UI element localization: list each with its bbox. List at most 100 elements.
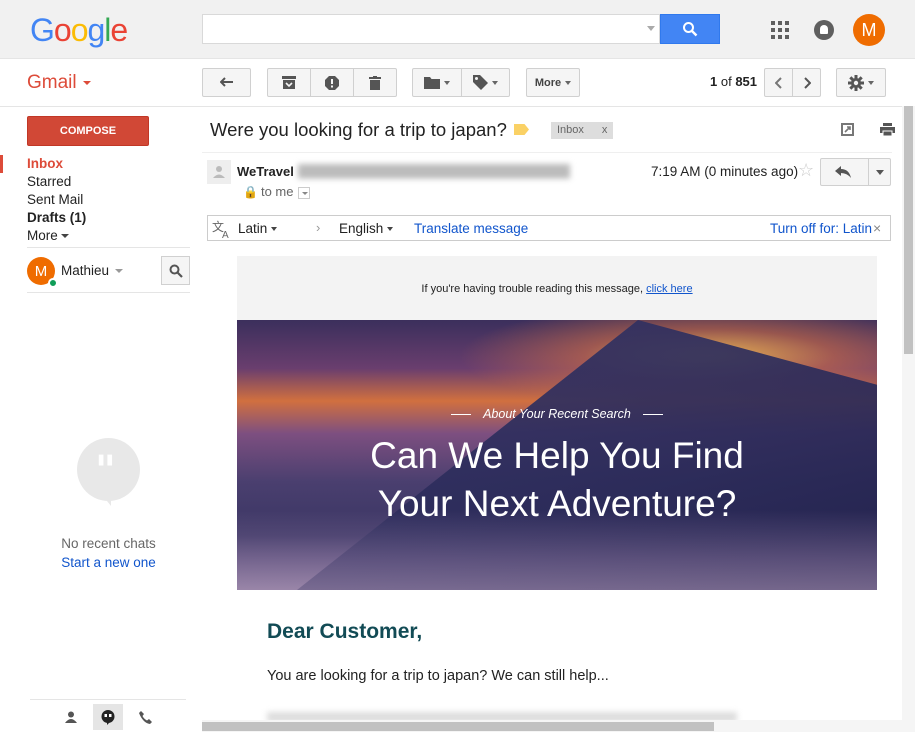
pager-total: 851 bbox=[735, 74, 758, 89]
more-reply-options-chevron-icon[interactable] bbox=[876, 170, 884, 175]
hero-banner-image[interactable]: About Your Recent Search Can We Help You… bbox=[237, 320, 877, 590]
chevron-down-icon bbox=[387, 227, 394, 232]
pagination-indicator: 1 of 851 bbox=[710, 74, 757, 89]
report-spam-icon bbox=[325, 75, 339, 90]
chat-search-button[interactable] bbox=[161, 256, 190, 285]
delete-button[interactable] bbox=[353, 68, 397, 97]
chevron-down-icon bbox=[115, 269, 124, 274]
sidebar-item-sent-mail[interactable]: Sent Mail bbox=[0, 191, 190, 209]
compose-button[interactable]: COMPOSE bbox=[27, 116, 149, 146]
chevron-down-icon bbox=[868, 80, 874, 85]
start-new-chat-link[interactable]: Start a new one bbox=[27, 555, 190, 570]
phone-tab[interactable] bbox=[130, 704, 160, 730]
click-here-link[interactable]: click here bbox=[646, 283, 692, 295]
scrollbar-thumb[interactable] bbox=[904, 106, 913, 354]
new-window-button[interactable] bbox=[841, 123, 854, 139]
source-language-label: Latin bbox=[238, 221, 268, 236]
move-to-button[interactable] bbox=[412, 68, 462, 97]
print-button[interactable] bbox=[880, 123, 895, 139]
important-label-icon[interactable] bbox=[514, 124, 529, 135]
translate-bar: 文A Latin › English Translate message Tur… bbox=[207, 215, 891, 241]
settings-button[interactable] bbox=[836, 68, 886, 97]
report-spam-button[interactable] bbox=[310, 68, 354, 97]
more-actions-button[interactable]: More bbox=[526, 68, 580, 97]
back-arrow-icon bbox=[219, 76, 233, 87]
divider bbox=[202, 152, 892, 153]
older-button[interactable] bbox=[792, 68, 821, 97]
online-status-icon bbox=[48, 278, 58, 288]
more-label: More bbox=[534, 76, 562, 89]
account-avatar[interactable]: M bbox=[853, 14, 885, 46]
hangouts-icon: " bbox=[77, 438, 140, 506]
back-to-inbox-button[interactable] bbox=[202, 68, 251, 97]
turn-off-translation-link[interactable]: Turn off for: Latin bbox=[770, 221, 872, 236]
chevron-down-icon bbox=[444, 80, 450, 85]
gmail-app-switcher[interactable]: Gmail bbox=[27, 72, 91, 94]
open-in-new-window-icon bbox=[841, 123, 854, 136]
sidebar-item-starred[interactable]: Starred bbox=[0, 173, 190, 191]
message-subject: Were you looking for a trip to japan? bbox=[210, 119, 507, 140]
notifications-bell-icon[interactable] bbox=[814, 20, 834, 40]
search-input[interactable] bbox=[203, 15, 633, 43]
vertical-scrollbar[interactable] bbox=[902, 106, 915, 732]
chat-user-name[interactable]: Mathieu bbox=[61, 263, 124, 278]
chevron-down-icon bbox=[271, 227, 278, 232]
scrollbar-thumb[interactable] bbox=[202, 722, 714, 731]
folder-icon bbox=[424, 77, 440, 89]
label-chip-inbox[interactable]: Inbox x bbox=[551, 122, 614, 139]
divider bbox=[27, 247, 190, 248]
logo-letter: g bbox=[87, 12, 105, 48]
search-button[interactable] bbox=[660, 14, 720, 44]
logo-letter: G bbox=[30, 12, 55, 48]
sender-name[interactable]: WeTravel bbox=[237, 164, 294, 179]
print-icon bbox=[880, 123, 895, 137]
search-icon bbox=[683, 22, 698, 37]
labels-button[interactable] bbox=[461, 68, 510, 97]
recipient-text: to me bbox=[260, 184, 294, 199]
top-bar: Google M bbox=[0, 0, 915, 59]
reply-button[interactable] bbox=[835, 166, 851, 181]
person-icon bbox=[65, 711, 77, 723]
sidebar-item-inbox[interactable]: Inbox bbox=[0, 155, 190, 173]
sender-avatar[interactable] bbox=[207, 160, 231, 184]
translate-icon: 文A bbox=[212, 219, 232, 241]
star-icon[interactable]: ☆ bbox=[798, 160, 814, 181]
email-intro-text: You are looking for a trip to japan? We … bbox=[267, 668, 609, 684]
close-icon[interactable]: × bbox=[873, 220, 881, 236]
pager-of: of bbox=[720, 74, 732, 89]
chevron-right-icon bbox=[803, 76, 811, 89]
hero-kicker: About Your Recent Search bbox=[237, 407, 877, 421]
translate-message-link[interactable]: Translate message bbox=[414, 221, 528, 236]
chevron-right-icon: › bbox=[316, 220, 321, 235]
chevron-down-icon bbox=[60, 234, 69, 239]
sidebar-item-drafts[interactable]: Drafts (1) bbox=[0, 209, 190, 227]
chevron-down-icon bbox=[565, 80, 572, 85]
archive-button[interactable] bbox=[267, 68, 311, 97]
apps-grid-icon[interactable] bbox=[771, 21, 789, 39]
target-language-select[interactable]: English bbox=[339, 221, 394, 236]
newer-button[interactable] bbox=[764, 68, 793, 97]
chevron-down-icon bbox=[492, 80, 498, 85]
message-timestamp: 7:19 AM (0 minutes ago) bbox=[651, 164, 799, 179]
sidebar-item-more[interactable]: More bbox=[0, 227, 190, 245]
horizontal-scrollbar[interactable] bbox=[202, 720, 902, 732]
contacts-tab[interactable] bbox=[56, 704, 86, 730]
gmail-label: Gmail bbox=[27, 72, 77, 93]
google-logo[interactable]: Google bbox=[30, 12, 128, 49]
remove-label-button[interactable]: x bbox=[602, 124, 608, 136]
show-details-button[interactable] bbox=[298, 186, 311, 199]
trash-icon bbox=[369, 75, 381, 90]
recipient-line: 🔒 to me bbox=[243, 184, 311, 199]
hero-title-line: Can We Help You Find bbox=[370, 435, 744, 476]
hero-title: Can We Help You Find Your Next Adventure… bbox=[237, 432, 877, 528]
folder-nav: Inbox Starred Sent Mail Drafts (1) More bbox=[0, 155, 190, 245]
chevron-down-icon bbox=[82, 80, 91, 85]
search-options-caret-icon[interactable] bbox=[647, 26, 655, 31]
target-language-label: English bbox=[339, 221, 384, 236]
logo-letter: o bbox=[70, 12, 89, 48]
logo-letter: o bbox=[53, 12, 72, 48]
hangouts-tab[interactable] bbox=[93, 704, 123, 730]
source-language-select[interactable]: Latin bbox=[238, 221, 278, 236]
sender-email-redacted: ████████████████████████████████ bbox=[298, 164, 571, 178]
sidebar-item-label: More bbox=[27, 228, 58, 243]
